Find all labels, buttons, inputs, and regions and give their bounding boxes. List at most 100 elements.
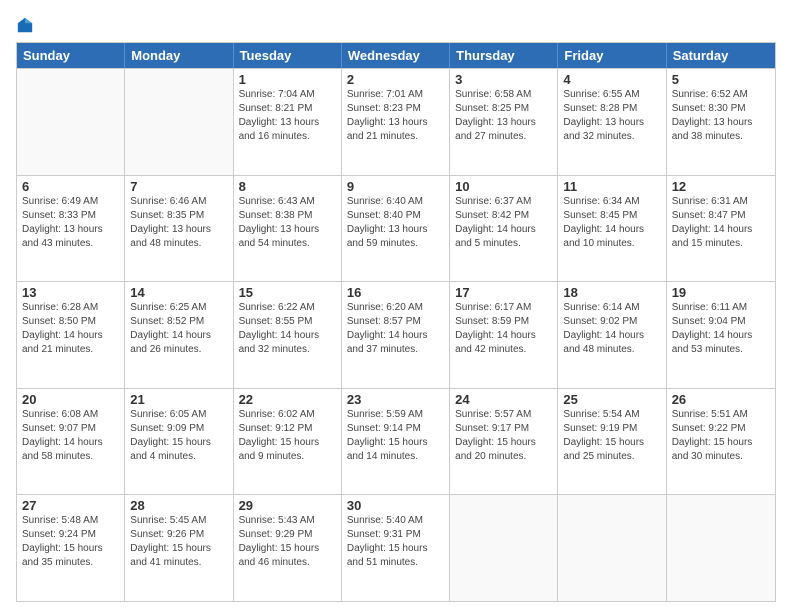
calendar-day-cell: 20Sunrise: 6:08 AM Sunset: 9:07 PM Dayli…	[17, 389, 125, 495]
calendar-week-row: 20Sunrise: 6:08 AM Sunset: 9:07 PM Dayli…	[17, 388, 775, 495]
calendar-day-cell	[450, 495, 558, 601]
calendar-day-cell: 9Sunrise: 6:40 AM Sunset: 8:40 PM Daylig…	[342, 176, 450, 282]
day-info: Sunrise: 6:17 AM Sunset: 8:59 PM Dayligh…	[455, 301, 552, 357]
day-info: Sunrise: 6:43 AM Sunset: 8:38 PM Dayligh…	[239, 195, 336, 251]
calendar: SundayMondayTuesdayWednesdayThursdayFrid…	[16, 42, 776, 602]
calendar-day-cell: 11Sunrise: 6:34 AM Sunset: 8:45 PM Dayli…	[558, 176, 666, 282]
day-number: 27	[22, 498, 119, 513]
calendar-day-cell: 2Sunrise: 7:01 AM Sunset: 8:23 PM Daylig…	[342, 69, 450, 175]
calendar-day-cell: 25Sunrise: 5:54 AM Sunset: 9:19 PM Dayli…	[558, 389, 666, 495]
day-info: Sunrise: 6:08 AM Sunset: 9:07 PM Dayligh…	[22, 408, 119, 464]
day-number: 19	[672, 285, 770, 300]
day-info: Sunrise: 6:49 AM Sunset: 8:33 PM Dayligh…	[22, 195, 119, 251]
day-info: Sunrise: 6:25 AM Sunset: 8:52 PM Dayligh…	[130, 301, 227, 357]
day-info: Sunrise: 7:04 AM Sunset: 8:21 PM Dayligh…	[239, 88, 336, 144]
day-number: 28	[130, 498, 227, 513]
day-info: Sunrise: 5:45 AM Sunset: 9:26 PM Dayligh…	[130, 514, 227, 570]
day-number: 21	[130, 392, 227, 407]
calendar-day-cell	[558, 495, 666, 601]
weekday-header: Friday	[558, 43, 666, 68]
day-info: Sunrise: 5:51 AM Sunset: 9:22 PM Dayligh…	[672, 408, 770, 464]
day-info: Sunrise: 5:40 AM Sunset: 9:31 PM Dayligh…	[347, 514, 444, 570]
day-info: Sunrise: 6:52 AM Sunset: 8:30 PM Dayligh…	[672, 88, 770, 144]
calendar-day-cell: 17Sunrise: 6:17 AM Sunset: 8:59 PM Dayli…	[450, 282, 558, 388]
calendar-day-cell: 7Sunrise: 6:46 AM Sunset: 8:35 PM Daylig…	[125, 176, 233, 282]
day-info: Sunrise: 6:28 AM Sunset: 8:50 PM Dayligh…	[22, 301, 119, 357]
calendar-day-cell: 8Sunrise: 6:43 AM Sunset: 8:38 PM Daylig…	[234, 176, 342, 282]
day-number: 5	[672, 72, 770, 87]
day-info: Sunrise: 6:11 AM Sunset: 9:04 PM Dayligh…	[672, 301, 770, 357]
calendar-day-cell: 19Sunrise: 6:11 AM Sunset: 9:04 PM Dayli…	[667, 282, 775, 388]
day-info: Sunrise: 7:01 AM Sunset: 8:23 PM Dayligh…	[347, 88, 444, 144]
calendar-day-cell: 14Sunrise: 6:25 AM Sunset: 8:52 PM Dayli…	[125, 282, 233, 388]
day-info: Sunrise: 6:31 AM Sunset: 8:47 PM Dayligh…	[672, 195, 770, 251]
calendar-day-cell: 4Sunrise: 6:55 AM Sunset: 8:28 PM Daylig…	[558, 69, 666, 175]
calendar-day-cell: 5Sunrise: 6:52 AM Sunset: 8:30 PM Daylig…	[667, 69, 775, 175]
calendar-week-row: 13Sunrise: 6:28 AM Sunset: 8:50 PM Dayli…	[17, 281, 775, 388]
day-info: Sunrise: 6:14 AM Sunset: 9:02 PM Dayligh…	[563, 301, 660, 357]
day-info: Sunrise: 6:55 AM Sunset: 8:28 PM Dayligh…	[563, 88, 660, 144]
day-number: 1	[239, 72, 336, 87]
day-info: Sunrise: 6:37 AM Sunset: 8:42 PM Dayligh…	[455, 195, 552, 251]
day-info: Sunrise: 6:20 AM Sunset: 8:57 PM Dayligh…	[347, 301, 444, 357]
weekday-header: Sunday	[17, 43, 125, 68]
weekday-header: Wednesday	[342, 43, 450, 68]
calendar-day-cell: 21Sunrise: 6:05 AM Sunset: 9:09 PM Dayli…	[125, 389, 233, 495]
day-info: Sunrise: 5:43 AM Sunset: 9:29 PM Dayligh…	[239, 514, 336, 570]
day-number: 12	[672, 179, 770, 194]
day-number: 8	[239, 179, 336, 194]
calendar-day-cell: 3Sunrise: 6:58 AM Sunset: 8:25 PM Daylig…	[450, 69, 558, 175]
day-number: 20	[22, 392, 119, 407]
calendar-day-cell: 16Sunrise: 6:20 AM Sunset: 8:57 PM Dayli…	[342, 282, 450, 388]
calendar-day-cell: 29Sunrise: 5:43 AM Sunset: 9:29 PM Dayli…	[234, 495, 342, 601]
calendar-day-cell: 15Sunrise: 6:22 AM Sunset: 8:55 PM Dayli…	[234, 282, 342, 388]
logo	[16, 16, 36, 34]
calendar-day-cell: 23Sunrise: 5:59 AM Sunset: 9:14 PM Dayli…	[342, 389, 450, 495]
calendar-day-cell: 27Sunrise: 5:48 AM Sunset: 9:24 PM Dayli…	[17, 495, 125, 601]
calendar-week-row: 1Sunrise: 7:04 AM Sunset: 8:21 PM Daylig…	[17, 68, 775, 175]
calendar-day-cell: 30Sunrise: 5:40 AM Sunset: 9:31 PM Dayli…	[342, 495, 450, 601]
calendar-week-row: 6Sunrise: 6:49 AM Sunset: 8:33 PM Daylig…	[17, 175, 775, 282]
day-number: 16	[347, 285, 444, 300]
day-number: 4	[563, 72, 660, 87]
day-number: 30	[347, 498, 444, 513]
day-number: 23	[347, 392, 444, 407]
calendar-body: 1Sunrise: 7:04 AM Sunset: 8:21 PM Daylig…	[17, 68, 775, 601]
calendar-day-cell: 10Sunrise: 6:37 AM Sunset: 8:42 PM Dayli…	[450, 176, 558, 282]
day-info: Sunrise: 5:48 AM Sunset: 9:24 PM Dayligh…	[22, 514, 119, 570]
day-number: 6	[22, 179, 119, 194]
calendar-day-cell	[125, 69, 233, 175]
day-number: 10	[455, 179, 552, 194]
day-number: 25	[563, 392, 660, 407]
day-info: Sunrise: 6:46 AM Sunset: 8:35 PM Dayligh…	[130, 195, 227, 251]
day-info: Sunrise: 6:22 AM Sunset: 8:55 PM Dayligh…	[239, 301, 336, 357]
day-info: Sunrise: 6:58 AM Sunset: 8:25 PM Dayligh…	[455, 88, 552, 144]
day-number: 18	[563, 285, 660, 300]
calendar-day-cell: 6Sunrise: 6:49 AM Sunset: 8:33 PM Daylig…	[17, 176, 125, 282]
day-number: 29	[239, 498, 336, 513]
day-number: 17	[455, 285, 552, 300]
day-number: 24	[455, 392, 552, 407]
day-number: 2	[347, 72, 444, 87]
calendar-day-cell: 13Sunrise: 6:28 AM Sunset: 8:50 PM Dayli…	[17, 282, 125, 388]
day-info: Sunrise: 5:57 AM Sunset: 9:17 PM Dayligh…	[455, 408, 552, 464]
day-number: 9	[347, 179, 444, 194]
weekday-header: Thursday	[450, 43, 558, 68]
day-number: 22	[239, 392, 336, 407]
header	[16, 16, 776, 34]
day-info: Sunrise: 5:59 AM Sunset: 9:14 PM Dayligh…	[347, 408, 444, 464]
weekday-header: Tuesday	[234, 43, 342, 68]
logo-icon	[16, 16, 34, 34]
calendar-day-cell	[667, 495, 775, 601]
day-number: 14	[130, 285, 227, 300]
calendar-day-cell: 18Sunrise: 6:14 AM Sunset: 9:02 PM Dayli…	[558, 282, 666, 388]
calendar-day-cell: 12Sunrise: 6:31 AM Sunset: 8:47 PM Dayli…	[667, 176, 775, 282]
calendar-day-cell: 22Sunrise: 6:02 AM Sunset: 9:12 PM Dayli…	[234, 389, 342, 495]
calendar-week-row: 27Sunrise: 5:48 AM Sunset: 9:24 PM Dayli…	[17, 494, 775, 601]
day-info: Sunrise: 6:34 AM Sunset: 8:45 PM Dayligh…	[563, 195, 660, 251]
calendar-day-cell: 1Sunrise: 7:04 AM Sunset: 8:21 PM Daylig…	[234, 69, 342, 175]
weekday-header: Monday	[125, 43, 233, 68]
day-number: 13	[22, 285, 119, 300]
day-number: 11	[563, 179, 660, 194]
day-info: Sunrise: 5:54 AM Sunset: 9:19 PM Dayligh…	[563, 408, 660, 464]
